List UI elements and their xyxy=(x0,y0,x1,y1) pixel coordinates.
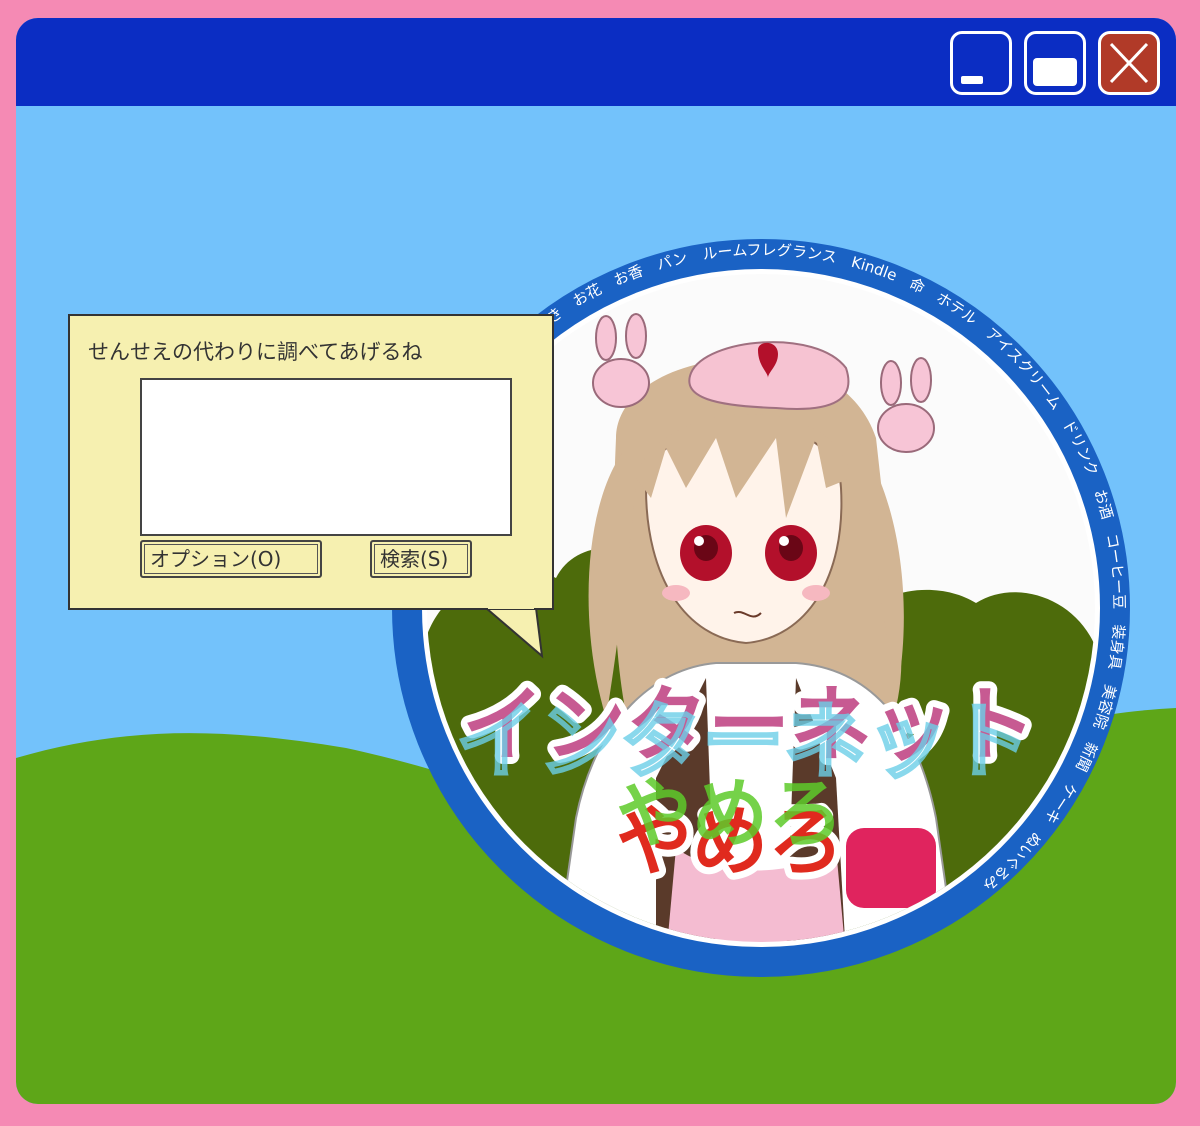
tail-join xyxy=(488,603,534,609)
app-window: インターネット インターネット インターネット やめろ やめろ やめろ サブスク… xyxy=(16,18,1176,1104)
